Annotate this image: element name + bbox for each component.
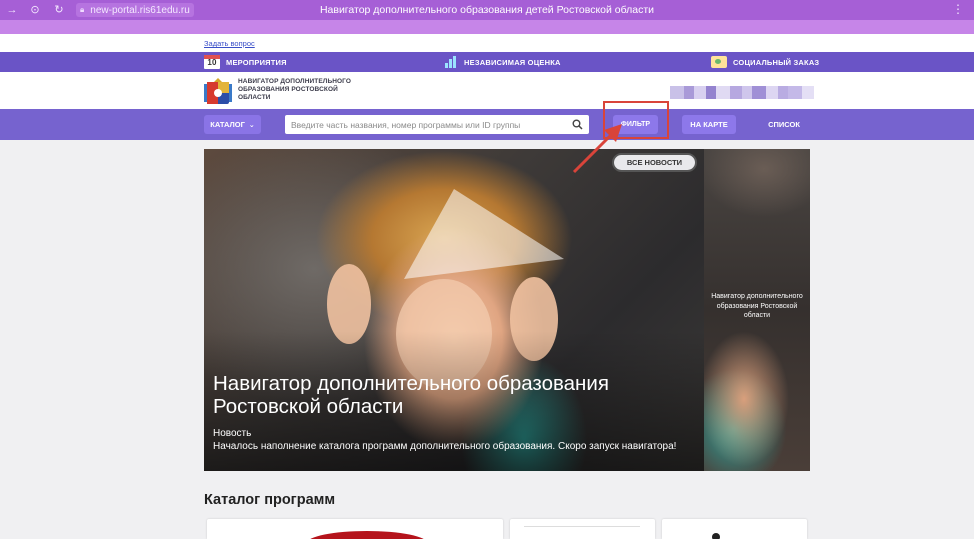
address-url: new-portal.ris61edu.ru (90, 4, 190, 16)
site-logo-text[interactable]: НАВИГАТОР ДОПОЛНИТЕЛЬНОГО ОБРАЗОВАНИЯ РО… (238, 78, 368, 102)
side-card-text: Навигатор дополнительного образования Ро… (711, 293, 803, 319)
search-input[interactable] (285, 115, 589, 134)
menu-icon[interactable]: ⋮ (952, 3, 964, 15)
browser-bar: → ⊙ ↻ 🔒︎ new-portal.ris61edu.ru Навигато… (0, 0, 974, 20)
hero-title: Навигатор дополнительного образования Ро… (213, 372, 609, 418)
card-image (307, 531, 427, 539)
chart-icon (444, 55, 458, 69)
reload-icon[interactable]: ↻ (53, 4, 65, 16)
nav-social-order[interactable]: СОЦИАЛЬНЫЙ ЗАКАЗ (711, 52, 819, 72)
calendar-day: 10 (207, 58, 217, 67)
list-button[interactable]: СПИСОК (760, 115, 808, 134)
extension-icon[interactable]: ⊙ (29, 4, 41, 16)
card-image (712, 533, 720, 539)
social-order-icon (711, 56, 727, 68)
ask-question-link[interactable]: Задать вопрос (204, 39, 255, 48)
hero-text: Началось наполнение каталога программ до… (213, 441, 677, 452)
nav-events-label: МЕРОПРИЯТИЯ (226, 57, 287, 67)
coat-of-arms-logo[interactable] (204, 76, 232, 106)
hero-tag: Новость (213, 428, 252, 439)
program-card-3[interactable] (662, 519, 807, 539)
map-button[interactable]: НА КАРТЕ (682, 115, 736, 134)
catalog-section-title: Каталог программ (204, 492, 336, 508)
nav-social-order-label: СОЦИАЛЬНЫЙ ЗАКАЗ (733, 57, 820, 67)
news-slider-main[interactable]: Навигатор дополнительного образования Ро… (204, 149, 704, 471)
news-slider-next[interactable]: Навигатор дополнительного образования Ро… (704, 149, 810, 471)
catalog-button-label: КАТАЛОГ (210, 120, 245, 129)
chevron-down-icon: ⌄ (248, 121, 255, 129)
nav-assessment[interactable]: НЕЗАВИСИМАЯ ОЦЕНКА (444, 52, 561, 72)
top-white-strip (0, 34, 974, 52)
top-navigation: 10 МЕРОПРИЯТИЯ НЕЗАВИСИМАЯ ОЦЕНКА СОЦИАЛ… (0, 52, 974, 72)
browser-toolbar-strip (0, 20, 974, 34)
annotation-arrow (572, 124, 622, 174)
back-arrow-icon[interactable]: → (6, 4, 18, 16)
address-bar[interactable]: 🔒︎ new-portal.ris61edu.ru (76, 3, 194, 17)
calendar-icon: 10 (204, 55, 220, 69)
program-card-1[interactable] (207, 519, 503, 539)
nav-assessment-label: НЕЗАВИСИМАЯ ОЦЕНКА (464, 57, 561, 67)
lock-icon: 🔒︎ (80, 5, 85, 14)
catalog-button[interactable]: КАТАЛОГ ⌄ (204, 115, 261, 134)
blurred-user-area (670, 86, 814, 99)
site-header (0, 72, 974, 109)
nav-events[interactable]: 10 МЕРОПРИЯТИЯ (204, 52, 287, 72)
program-card-2[interactable] (510, 519, 655, 539)
card-divider (524, 526, 640, 527)
